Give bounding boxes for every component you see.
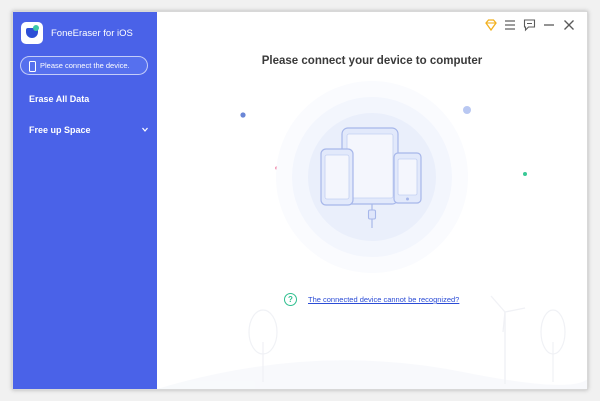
question-icon: ? <box>284 293 297 306</box>
decor-dot-icon <box>463 106 471 114</box>
help-link-text[interactable]: The connected device cannot be recognize… <box>308 295 459 304</box>
phone-right-icon <box>393 152 422 204</box>
connect-device-illustration <box>157 81 587 389</box>
decor-dot-icon <box>240 112 246 118</box>
app-window: FoneEraser for iOS Please connect the de… <box>12 11 588 390</box>
phone-left-icon <box>320 148 354 206</box>
decor-dot-icon <box>523 172 527 176</box>
background-scenery <box>157 295 587 389</box>
